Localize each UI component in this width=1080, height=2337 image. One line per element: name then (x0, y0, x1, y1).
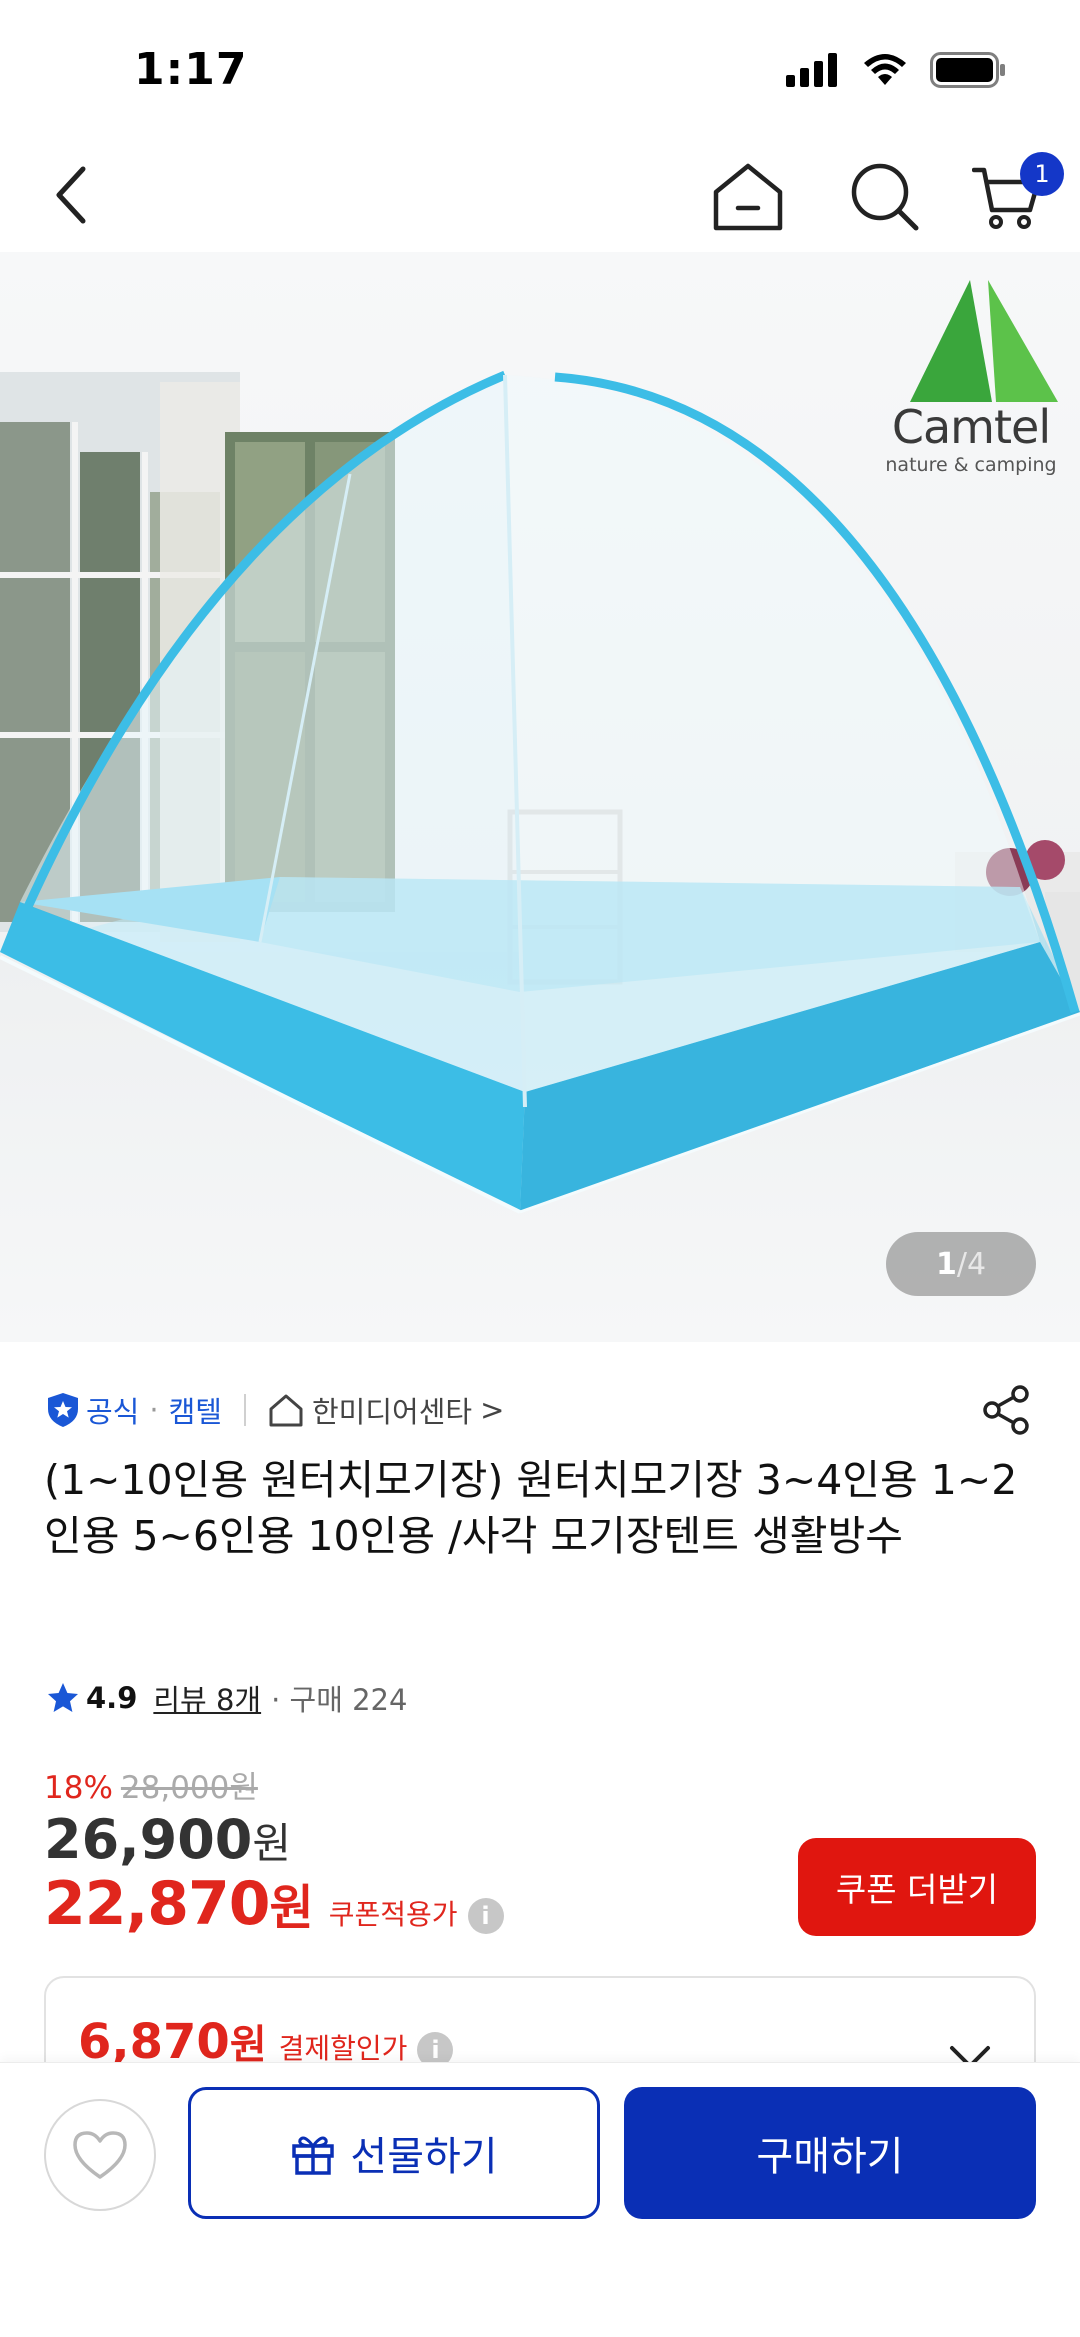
share-button[interactable] (976, 1380, 1036, 1440)
share-icon (983, 1385, 1029, 1435)
info-icon[interactable]: i (467, 1898, 504, 1934)
search-button[interactable] (846, 158, 922, 234)
sale-price: 26,900원 (44, 1808, 291, 1871)
battery-icon (930, 52, 1005, 88)
product-title: (1~10인용 원터치모기장) 원터치모기장 3~4인용 1~2인용 5~6인용… (44, 1456, 1018, 1560)
back-button[interactable] (38, 160, 108, 230)
home-button[interactable] (710, 158, 786, 234)
image-total: 4 (966, 1246, 987, 1282)
seller-separator: · (149, 1393, 159, 1427)
wishlist-button[interactable] (44, 2099, 156, 2211)
rating-row: 4.9 리뷰 8개 · 구매 224 (46, 1674, 407, 1722)
status-time: 1:17 (134, 44, 248, 95)
cart-button[interactable]: 1 (971, 152, 1064, 234)
brand-link[interactable]: 캠텔 (169, 1389, 222, 1431)
get-more-coupons-button[interactable]: 쿠폰 더받기 (798, 1838, 1036, 1936)
image-index: 1 (935, 1246, 957, 1282)
brand-logo: Camtel nature & camping (876, 274, 1066, 476)
gift-button[interactable]: 선물하기 (188, 2087, 600, 2219)
gift-button-label: 선물하기 (350, 2134, 498, 2180)
status-icons (786, 52, 1006, 88)
shop-chevron: > (480, 1393, 505, 1427)
brand-logo-name: Camtel (891, 400, 1051, 454)
discount-row: 18% 28,000원 (44, 1762, 258, 1807)
rating-value: 4.9 (86, 1681, 138, 1715)
home-icon (713, 163, 783, 231)
divider (243, 1394, 246, 1426)
signal-icon (786, 53, 837, 87)
coupon-price: 22,870원 (44, 1868, 314, 1939)
image-counter-separator: / (956, 1246, 967, 1282)
search-icon (851, 163, 919, 231)
shop-link[interactable]: 한미디어센타 > (268, 1389, 504, 1431)
purchase-count: · 구매 224 (271, 1683, 408, 1717)
coupon-price-unit: 원 (269, 1880, 314, 1936)
review-link[interactable]: 리뷰 8개 (153, 1677, 261, 1719)
discount-rate: 18% (44, 1770, 113, 1806)
star-icon (48, 1683, 78, 1712)
image-counter: 1 / 4 (886, 1232, 1036, 1296)
product-image-carousel[interactable]: Camtel nature & camping 1 / 4 (0, 252, 1080, 1342)
sale-price-amount: 26,900 (44, 1808, 253, 1871)
cart-count-badge: 1 (1020, 152, 1064, 196)
bottom-action-bar: 선물하기 구매하기 (0, 2062, 1080, 2337)
status-bar: 1:17 (0, 0, 1080, 140)
official-label: 공식 (86, 1395, 140, 1429)
original-price: 28,000원 (120, 1770, 258, 1806)
top-nav: 1 (0, 140, 1080, 250)
coupon-price-label: 쿠폰적용가 (328, 1898, 458, 1931)
brand-logo-tagline: nature & camping (885, 454, 1057, 476)
sale-price-unit: 원 (252, 1819, 292, 1868)
coupon-price-row: 22,870원 쿠폰적용가 i (44, 1868, 504, 1939)
wifi-icon (864, 54, 906, 85)
payment-discount-label: 결제할인가 (278, 2032, 408, 2065)
shop-name: 한미디어센타 (311, 1395, 473, 1429)
chevron-left-icon (56, 166, 86, 224)
gift-icon (292, 2136, 335, 2175)
house-icon (269, 1394, 303, 1427)
shield-check-icon (48, 1393, 78, 1427)
buy-button[interactable]: 구매하기 (624, 2087, 1036, 2219)
heart-icon (73, 2131, 127, 2179)
official-badge: 공식 (46, 1389, 139, 1431)
coupon-price-amount: 22,870 (44, 1869, 271, 1939)
seller-row: 공식 · 캠텔 한미디어센타 > (46, 1380, 1036, 1440)
